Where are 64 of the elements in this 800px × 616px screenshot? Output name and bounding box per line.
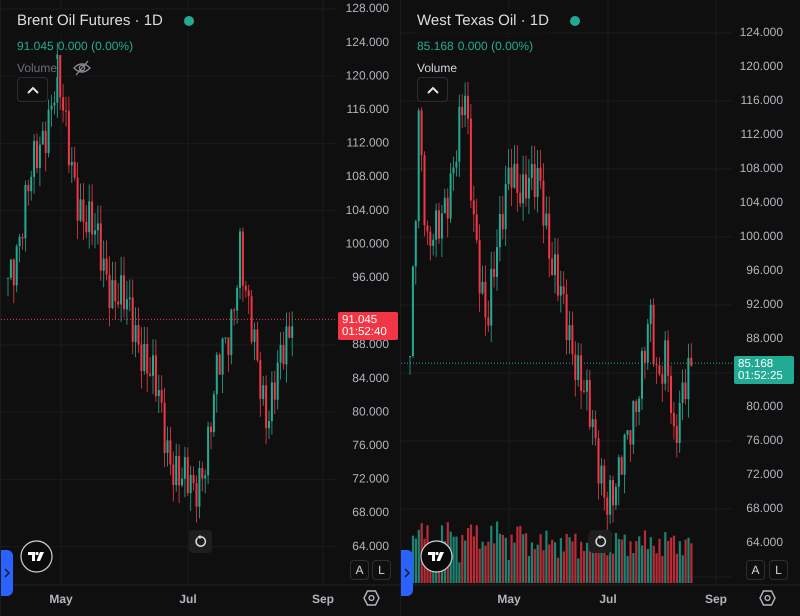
price-scale-label: 80.000 <box>352 404 389 418</box>
chevron-right-icon <box>404 568 410 578</box>
logo-icon[interactable] <box>420 540 453 573</box>
reset-button[interactable] <box>589 530 612 553</box>
chevron-up-icon <box>26 86 38 94</box>
scale-toggle[interactable]: A <box>350 560 369 580</box>
logo-icon[interactable] <box>20 540 53 573</box>
price-scale-label: 124.000 <box>740 25 783 40</box>
price-scale-label: 100.000 <box>740 229 783 244</box>
price-change: 0.000 (0.00%) <box>58 36 134 54</box>
price-scale-label: 116.000 <box>740 93 783 108</box>
price-scale-label: 88.000 <box>746 331 783 346</box>
expand-tab[interactable] <box>1 550 13 596</box>
reset-icon <box>194 535 207 548</box>
price-scale-label: 128.000 <box>346 1 389 16</box>
time-scale-label: Sep <box>705 592 727 606</box>
volume-label: Volume <box>17 58 58 76</box>
time-scale-label: Jul <box>179 592 197 606</box>
chevron-right-icon <box>4 568 10 578</box>
price-scale-label: 76.000 <box>746 433 783 448</box>
price-scale-label: 104.000 <box>346 202 389 217</box>
price-scale-label: 72.000 <box>352 472 389 486</box>
price-scale-label: 100.000 <box>346 236 389 250</box>
collapse-button[interactable] <box>417 77 448 102</box>
settings-icon[interactable] <box>363 590 380 606</box>
chevron-up-icon <box>426 86 438 94</box>
price-scale-label: 76.000 <box>352 438 389 452</box>
reset-icon <box>594 535 607 548</box>
price-scale-label: 112.000 <box>346 136 389 150</box>
price-scale-label: 68.000 <box>746 501 783 516</box>
time-scale-label: Sep <box>312 592 334 606</box>
price-scale-label: 120.000 <box>740 59 783 74</box>
price-scale-label: 116.000 <box>346 102 389 116</box>
symbol-title: Brent Oil Futures · 1D <box>17 10 163 32</box>
price-scale-label: 124.000 <box>346 34 389 49</box>
time-scale-label: May <box>49 592 73 606</box>
price-badge: 85.168 01:52:25 <box>734 356 794 384</box>
price-scale-label: 96.000 <box>352 270 389 284</box>
price-scale-label: 120.000 <box>346 68 389 82</box>
price-scale-label: 72.000 <box>746 467 783 482</box>
expand-tab[interactable] <box>401 550 413 596</box>
collapse-button[interactable] <box>17 77 48 102</box>
scale-toggle[interactable]: L <box>769 560 788 580</box>
price-scale-label: 96.000 <box>746 263 783 278</box>
price-badge: 91.045 01:52:40 <box>338 312 398 340</box>
price-scale-label: 64.000 <box>352 538 389 553</box>
settings-icon[interactable] <box>759 590 776 606</box>
price-change: 0.000 (0.00%) <box>458 36 534 54</box>
price-scale-label: 112.000 <box>740 127 783 142</box>
eye-slash-icon[interactable] <box>73 60 92 76</box>
time-scale-label: May <box>497 592 521 606</box>
scale-toggle[interactable]: L <box>372 560 391 580</box>
price-scale-label: 68.000 <box>352 505 389 520</box>
price-scale-label: 64.000 <box>746 535 783 550</box>
price-scale-label: 108.000 <box>346 169 389 184</box>
price-scale-label: 104.000 <box>740 195 783 210</box>
price-scale-label: 84.000 <box>352 370 389 385</box>
price-scale-label: 80.000 <box>746 399 783 414</box>
price-scale-label: 108.000 <box>740 161 783 176</box>
price-scale-label: 92.000 <box>746 297 783 312</box>
time-scale-label: Jul <box>599 592 617 606</box>
symbol-title: West Texas Oil · 1D <box>417 10 549 32</box>
reset-button[interactable] <box>189 530 212 553</box>
scale-toggle[interactable]: A <box>746 560 765 580</box>
